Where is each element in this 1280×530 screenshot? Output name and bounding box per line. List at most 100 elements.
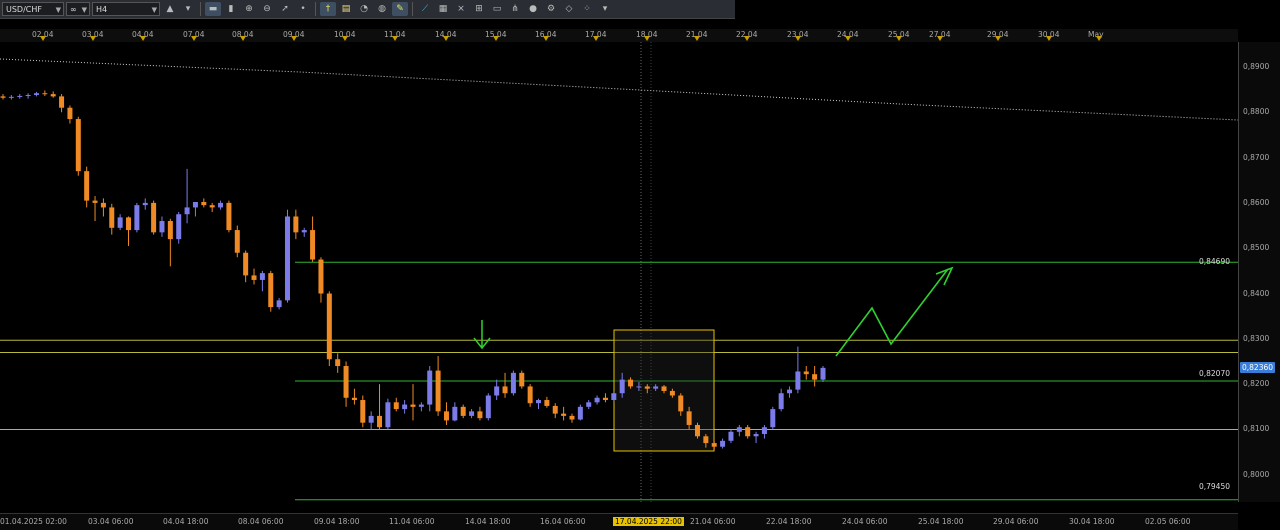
candle-body — [778, 393, 784, 410]
candle-body — [795, 371, 801, 390]
candle-body — [268, 273, 274, 308]
candle-body — [25, 95, 31, 97]
more-icon[interactable]: ▾ — [597, 2, 613, 16]
toolbar-divider — [412, 2, 413, 16]
time-tick-label: 21.04 06:00 — [690, 517, 736, 526]
candle-body — [661, 386, 667, 391]
zoom-out-icon[interactable]: ⊖ — [259, 2, 275, 16]
bar-chart-icon[interactable]: ▬ — [205, 2, 221, 16]
candle-body — [335, 359, 341, 367]
date-marker-icon — [342, 36, 348, 41]
price-tick-label: 0,8600 — [1243, 197, 1270, 207]
toolbar-divider — [315, 2, 316, 16]
candle-body — [8, 96, 14, 98]
price-axis[interactable]: 0,82360 0,8900 0,8800 0,8700 0,8600 0,8500 0,… — [1238, 42, 1280, 502]
eraser-icon[interactable]: ◇ — [561, 2, 577, 16]
candle-body — [418, 404, 424, 407]
candle-body — [770, 409, 776, 428]
candle-body — [50, 94, 56, 97]
candle-body — [234, 230, 240, 253]
candle-body — [310, 230, 316, 260]
level-label-lower: 0,79450 — [1198, 482, 1230, 491]
time-tick-label: 11.04 06:00 — [389, 517, 435, 526]
symbol-select[interactable]: USD/CHF ▼ — [2, 2, 64, 16]
time-tick-label: 24.04 06:00 — [842, 517, 888, 526]
channel-icon[interactable]: ▦ — [435, 2, 451, 16]
chart-style-select[interactable]: ∞ ▼ — [66, 2, 90, 16]
candle-body — [343, 366, 349, 398]
circle-icon[interactable]: ● — [525, 2, 541, 16]
globe-icon[interactable]: ◍ — [374, 2, 390, 16]
candle-body — [720, 440, 726, 447]
candle-body — [402, 404, 408, 410]
trendline-icon[interactable]: ⟋ — [417, 2, 433, 16]
candle-body — [569, 415, 575, 420]
time-tick-label: 14.04 18:00 — [465, 517, 511, 526]
date-marker-icon — [995, 36, 1001, 41]
candle-body — [92, 200, 98, 203]
candle-body — [812, 374, 818, 380]
pencil-icon[interactable]: ✎ — [392, 2, 408, 16]
current-price-tag: 0,82360 — [1240, 361, 1276, 373]
note-icon[interactable]: ▤ — [338, 2, 354, 16]
candle-body — [703, 436, 709, 444]
date-marker-icon — [493, 36, 499, 41]
fibonacci-icon[interactable]: ⨯ — [453, 2, 469, 16]
candle-body — [644, 386, 650, 389]
candle-chart-icon[interactable]: ▮ — [223, 2, 239, 16]
candle-body — [293, 216, 299, 233]
candle-body — [820, 367, 826, 380]
candle-body — [678, 395, 684, 412]
candle-body — [192, 201, 198, 208]
candle-body — [594, 397, 600, 403]
date-marker-icon — [744, 36, 750, 41]
candle-body — [636, 386, 642, 388]
clock-icon[interactable]: ◔ — [356, 2, 372, 16]
candle-body — [469, 411, 475, 416]
more-icon[interactable]: ⁘ — [579, 2, 595, 16]
time-tick-label: 30.04 18:00 — [1069, 517, 1115, 526]
candle-body — [753, 434, 759, 437]
candle-body — [209, 205, 215, 208]
candle-body — [745, 427, 751, 437]
projection-arrow-path — [835, 268, 949, 357]
price-tick-label: 0,8700 — [1243, 152, 1270, 162]
candle-body — [385, 402, 391, 428]
time-axis[interactable]: 01.04.2025 02:00 03.04 06:00 04.04 18:00 08… — [0, 513, 1238, 530]
candle-body — [142, 202, 148, 206]
candle-body — [536, 400, 542, 404]
candle-body — [377, 415, 383, 428]
candle-body — [117, 217, 123, 228]
zoom-in-icon[interactable]: ⊕ — [241, 2, 257, 16]
price-chart[interactable]: 0,84690 0,82070 0,79450 — [0, 42, 1239, 502]
candle-body — [59, 96, 65, 108]
candle-body — [0, 96, 6, 98]
candle-body — [410, 404, 416, 407]
candle-body — [669, 390, 675, 396]
date-marker-icon — [795, 36, 801, 41]
chart-type-icon[interactable]: ▲ — [162, 2, 178, 16]
dot-icon[interactable]: • — [295, 2, 311, 16]
candle-body — [368, 415, 374, 423]
crosshair-icon[interactable]: † — [320, 2, 336, 16]
pitchfork-icon[interactable]: ⋔ — [507, 2, 523, 16]
candle-body — [527, 386, 533, 404]
candle-body — [544, 400, 550, 406]
rect-icon[interactable]: ▭ — [489, 2, 505, 16]
candle-body — [736, 427, 742, 432]
candle-body — [686, 411, 692, 425]
candle-body — [301, 230, 307, 233]
candle-body — [485, 395, 491, 419]
candle-body — [602, 397, 608, 401]
cursor-icon[interactable]: ➚ — [277, 2, 293, 16]
candle-body — [351, 397, 357, 401]
candle-body — [803, 371, 809, 375]
grid-icon[interactable]: ⊞ — [471, 2, 487, 16]
candle-body — [711, 443, 717, 447]
more-icon[interactable]: ▾ — [180, 2, 196, 16]
settings-icon[interactable]: ⚙ — [543, 2, 559, 16]
candle-body — [17, 95, 23, 97]
candle-body — [167, 221, 173, 240]
level-label-middle: 0,82070 — [1198, 369, 1230, 378]
timeframe-select[interactable]: H4 ▼ — [92, 2, 160, 16]
